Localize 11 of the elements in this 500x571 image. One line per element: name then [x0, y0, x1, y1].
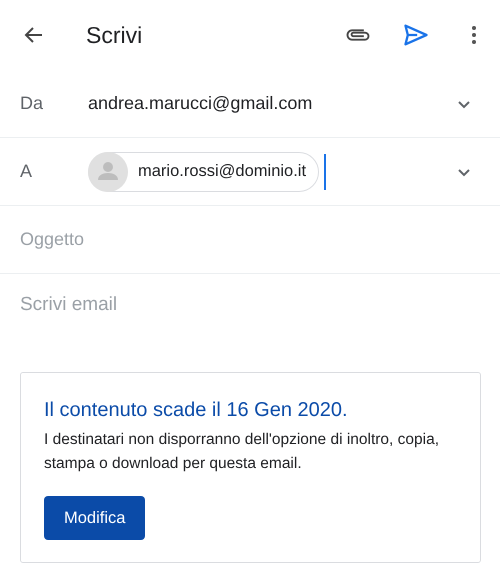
text-cursor	[324, 154, 326, 190]
notice-title: Il contenuto scade il 16 Gen 2020.	[44, 399, 349, 422]
sender-address[interactable]: andrea.marucci@gmail.com	[88, 93, 452, 114]
notice-text: I destinatari non disporranno dell'opzione di inoltro, copia, stampa o download per questa email.	[44, 430, 440, 474]
subject-field[interactable]: Oggetto	[20, 229, 476, 250]
field-label: A	[20, 161, 34, 182]
edit-button[interactable]: Modifica	[44, 496, 146, 540]
field-label: Da	[20, 93, 44, 114]
avatar-icon	[88, 152, 128, 192]
recipient-chip[interactable]: mario.rossi@dominio.it	[88, 152, 320, 192]
window-title: Scrivi	[86, 22, 142, 48]
